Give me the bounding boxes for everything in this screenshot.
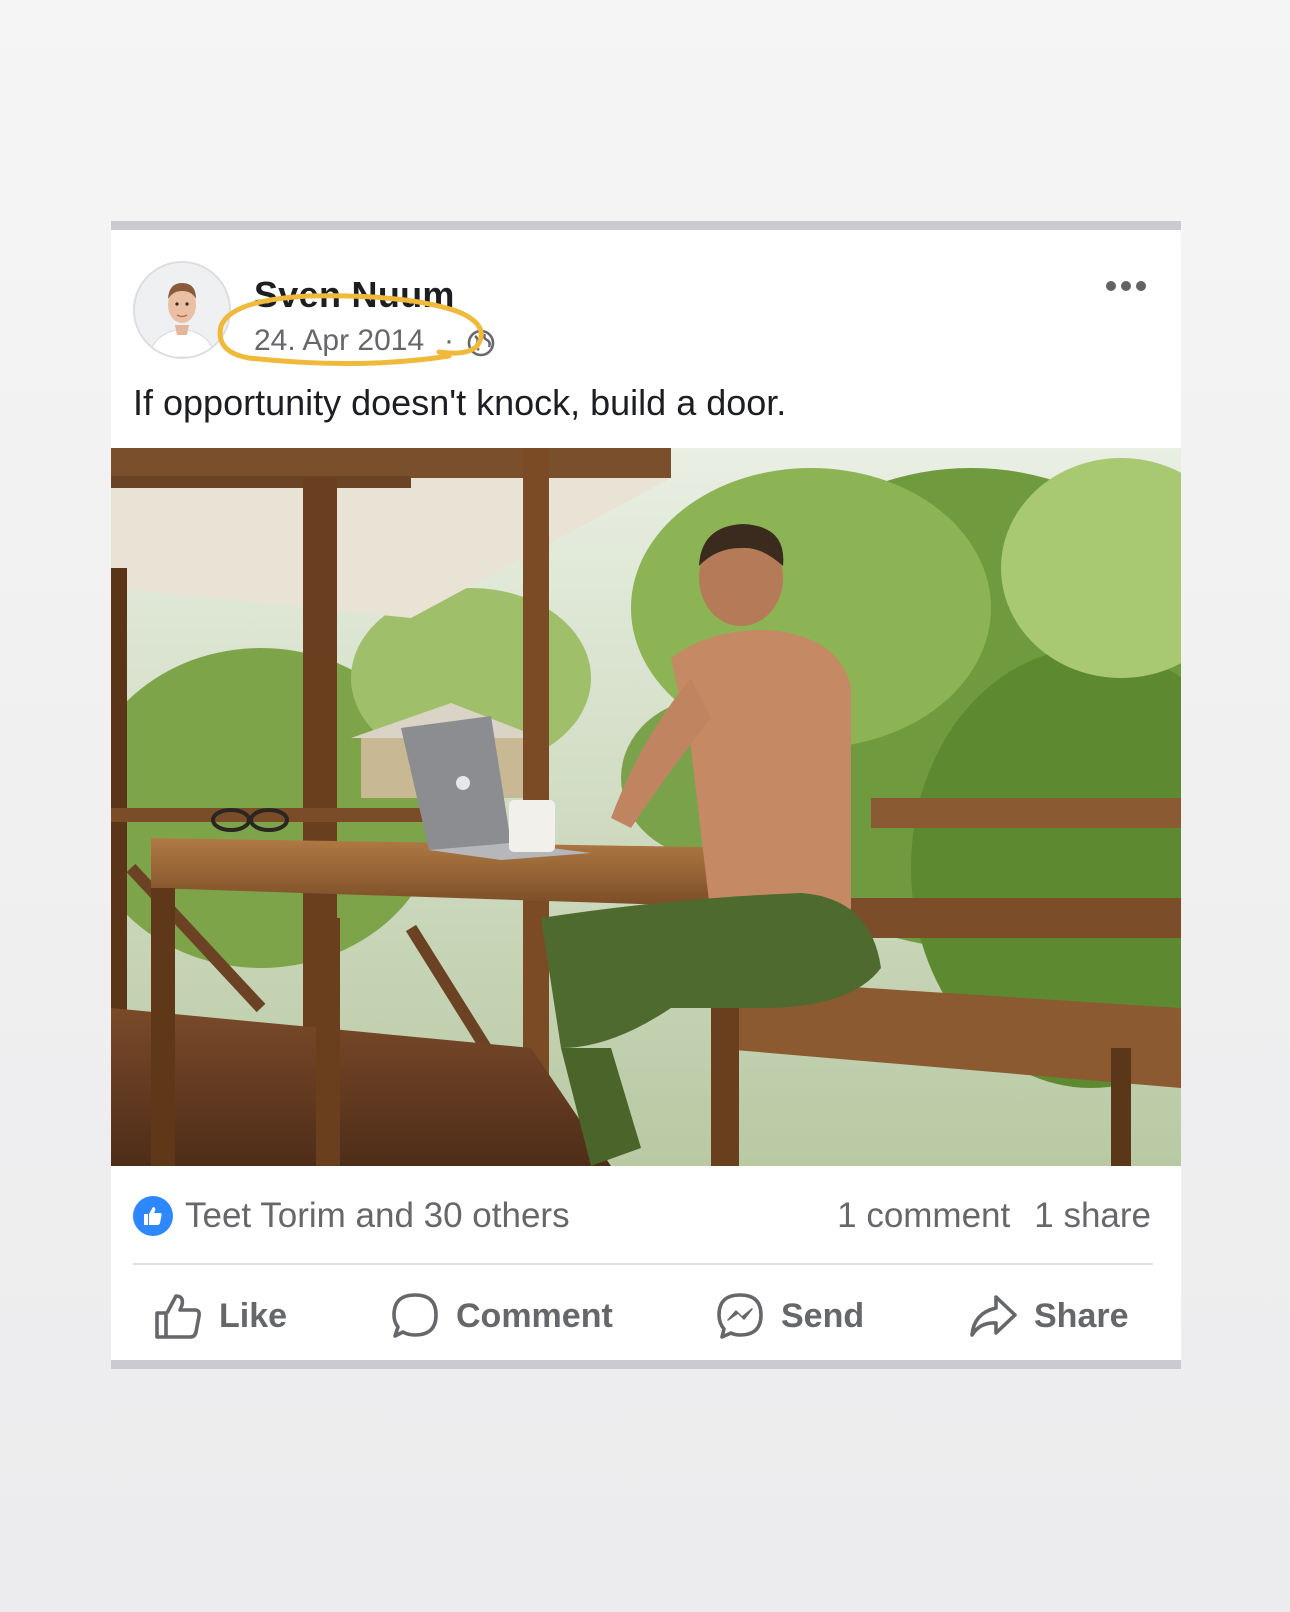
comment-button[interactable]: Comment — [390, 1286, 613, 1346]
post-photo[interactable] — [111, 448, 1181, 1166]
share-arrow-icon — [970, 1295, 1017, 1337]
more-dots-icon — [1106, 281, 1146, 291]
post-photo-image — [111, 448, 1181, 1166]
thumbs-up-icon — [155, 1294, 201, 1339]
like-button[interactable]: Like — [153, 1286, 287, 1346]
comments-count[interactable]: 1 comment — [837, 1196, 1010, 1236]
send-button[interactable]: Send — [715, 1286, 864, 1346]
shares-count[interactable]: 1 share — [1034, 1196, 1151, 1236]
comment-bubble-icon — [392, 1293, 438, 1338]
comment-label: Comment — [456, 1296, 613, 1335]
footer-divider — [133, 1263, 1153, 1265]
like-label: Like — [219, 1296, 288, 1335]
share-button[interactable]: Share — [968, 1286, 1129, 1346]
engagement-counts: 1 comment 1 share — [837, 1196, 1151, 1236]
share-label: Share — [1034, 1296, 1129, 1335]
date-separator: · — [444, 324, 454, 357]
post-card: Sven Nuum 24. Apr 2014 · If opportunity … — [111, 221, 1181, 1369]
like-reaction-icon — [133, 1196, 173, 1236]
globe-icon — [467, 329, 495, 357]
send-label: Send — [781, 1296, 865, 1335]
post-date[interactable]: 24. Apr 2014 — [254, 324, 424, 358]
more-options-button[interactable] — [1101, 268, 1151, 304]
avatar-portrait — [135, 263, 229, 357]
author-name[interactable]: Sven Nuum — [254, 274, 455, 316]
post-text: If opportunity doesn't knock, build a do… — [133, 382, 787, 423]
messenger-icon — [717, 1293, 763, 1339]
avatar[interactable] — [133, 261, 231, 359]
reactions-summary[interactable]: Teet Torim and 30 others — [133, 1196, 570, 1236]
reactions-text: Teet Torim and 30 others — [185, 1196, 570, 1235]
post-actions-bar: Like Comment Send Share — [111, 1272, 1181, 1362]
